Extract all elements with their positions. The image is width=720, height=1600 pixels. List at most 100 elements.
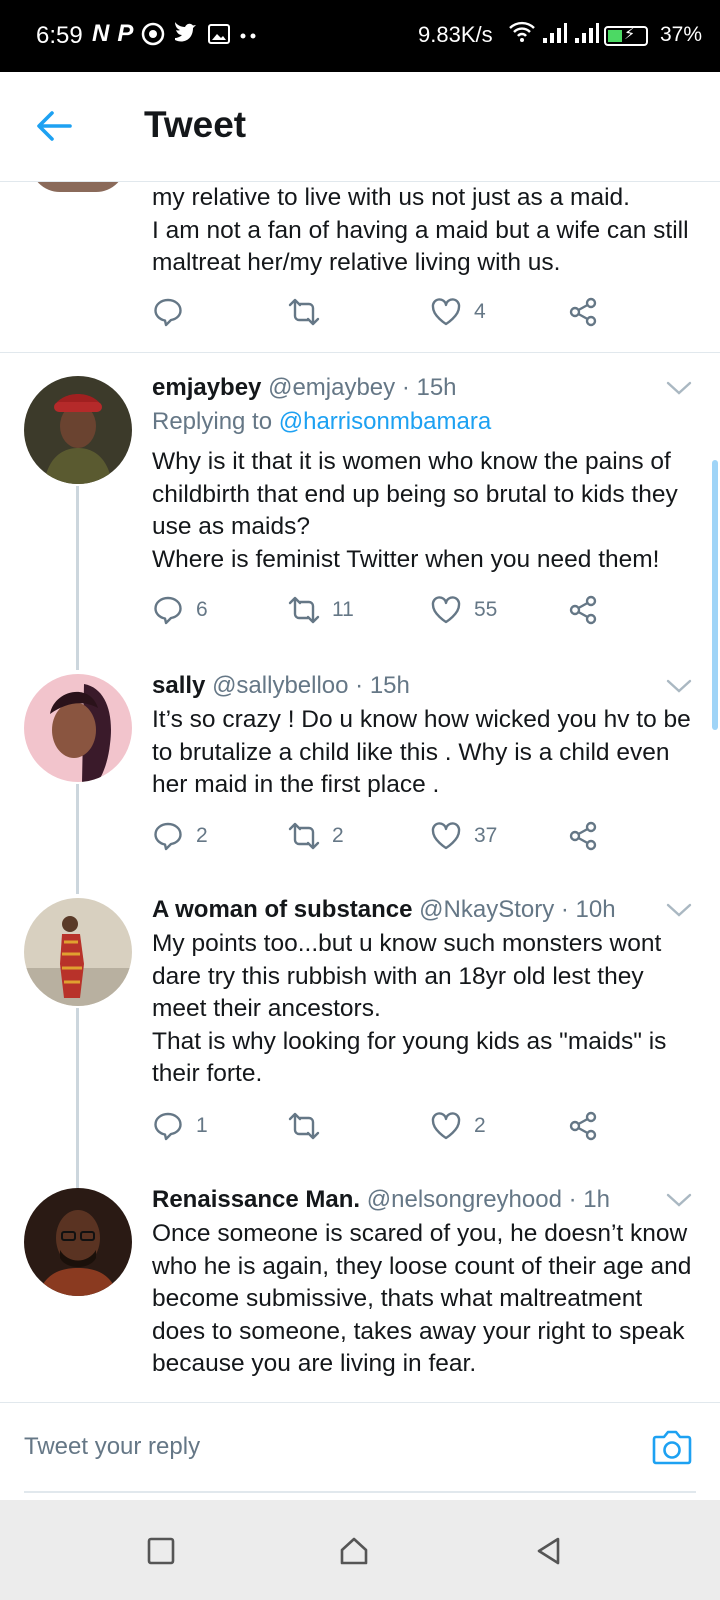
tweet-text: It’s so crazy ! Do u know how wicked you… [152,706,691,798]
tweet-text: my relative to live with us not just as … [152,184,689,276]
share-button[interactable] [568,1110,600,1142]
tweet-text: Why is it that it is women who know the … [152,448,678,573]
status-time: 6:59 [36,22,83,49]
reply-button[interactable] [152,296,184,328]
reply-icon [154,1112,182,1141]
mention-link[interactable]: @harrisonmbamara [279,408,491,435]
share-button[interactable] [568,594,600,626]
retweet-icon [288,1112,320,1140]
retweet-button[interactable]: 11 [288,594,354,626]
back-arrow-icon[interactable] [34,106,74,146]
like-count: 2 [474,1114,486,1137]
share-icon [569,821,597,851]
thread-line [76,1008,79,1188]
avatar[interactable] [30,182,126,192]
reply-composer: Tweet your reply [0,1402,720,1494]
reply-button[interactable]: 6 [152,594,208,626]
page-title: Tweet [144,104,247,145]
system-nav-bar [0,1500,720,1600]
chevron-down-icon[interactable] [666,380,692,396]
wifi-icon [509,21,535,42]
input-underline [24,1491,696,1493]
retweet-icon [288,596,320,624]
like-count: 37 [474,824,498,847]
tweet-text: My points too...but u know such monsters… [152,930,667,1087]
p-notification-icon: P [117,20,134,47]
avatar[interactable] [24,1188,132,1296]
tweet-header: Tweet [0,72,720,182]
camera-icon[interactable] [650,1425,694,1469]
reply-count: 1 [196,1114,208,1137]
reply-count: 6 [196,598,208,621]
retweet-count: 11 [332,598,354,621]
share-icon [569,297,597,327]
share-button[interactable] [568,296,600,328]
display-name[interactable]: A woman of substance [152,896,412,923]
reply-header: Renaissance Man. @nelsongreyhood · 1h [152,1186,610,1214]
heart-icon [431,298,461,326]
cellular-signal-2-icon [575,23,599,43]
retweet-count: 2 [332,824,344,847]
twitter-notification-icon [175,22,197,42]
display-name[interactable]: sally [152,672,205,699]
heart-icon [431,1112,461,1140]
like-button[interactable]: 4 [430,296,486,328]
like-count: 55 [474,598,498,621]
network-speed: 9.83K/s [418,22,493,47]
reply-icon [154,596,182,625]
avatar[interactable] [24,376,132,484]
reply-input[interactable]: Tweet your reply [24,1433,200,1461]
cellular-signal-icon [543,23,567,43]
heart-icon [431,596,461,624]
reply-button[interactable]: 1 [152,1110,208,1142]
retweet-button[interactable] [288,296,320,328]
scrollbar[interactable] [712,460,718,730]
replying-to: Replying to @harrisonmbamara [152,408,492,435]
reply-header: emjaybey @emjaybey · 15h [152,374,457,402]
retweet-icon [288,822,320,850]
tweet-feed[interactable]: my relative to live with us not just as … [0,182,720,1402]
like-button[interactable]: 2 [430,1110,486,1142]
divider [0,352,720,353]
signal-icons [508,20,600,44]
chevron-down-icon[interactable] [666,902,692,918]
home-icon[interactable] [337,1534,371,1568]
retweet-button[interactable]: 2 [288,820,344,852]
thread-line [76,784,79,894]
share-icon [569,1111,597,1141]
reply-button[interactable]: 2 [152,820,208,852]
chevron-down-icon[interactable] [666,678,692,694]
like-button[interactable]: 55 [430,594,497,626]
display-name[interactable]: emjaybey [152,374,261,401]
battery-icon: ⚡ [604,26,648,46]
retweet-button[interactable] [288,1110,332,1142]
avatar[interactable] [24,898,132,1006]
share-icon [569,595,597,625]
handle-timestamp: @emjaybey · 15h [268,374,457,401]
share-button[interactable] [568,820,600,852]
reply-icon [154,822,182,851]
chevron-down-icon[interactable] [666,1192,692,1208]
avatar[interactable] [24,674,132,782]
handle-timestamp: @sallybelloo · 15h [212,672,410,699]
reply-header: A woman of substance @NkayStory · 10h [152,896,616,924]
netflix-notification-icon: N [92,20,110,47]
thread-line [76,486,79,670]
like-button[interactable]: 37 [430,820,497,852]
back-nav-icon[interactable] [532,1534,566,1568]
handle-timestamp: @nelsongreyhood · 1h [366,1186,610,1213]
status-bar: 6:59 N P 9.83K/s ⚡ 37% [0,0,720,72]
browser-notification-icon [142,22,165,46]
handle-timestamp: @NkayStory · 10h [419,896,616,923]
notification-icons: N P [92,20,259,48]
reply-icon [154,298,182,327]
recent-apps-icon[interactable] [144,1534,178,1568]
heart-icon [431,822,461,850]
display-name[interactable]: Renaissance Man. [152,1186,360,1213]
like-count: 4 [474,300,486,323]
gallery-notification-icon [208,24,231,44]
battery-percent: 37% [660,23,703,46]
reply-header: sally @sallybelloo · 15h [152,672,410,700]
more-notifications-icon [240,33,256,39]
tweet-text: Once someone is scared of you, he doesn’… [152,1220,692,1377]
